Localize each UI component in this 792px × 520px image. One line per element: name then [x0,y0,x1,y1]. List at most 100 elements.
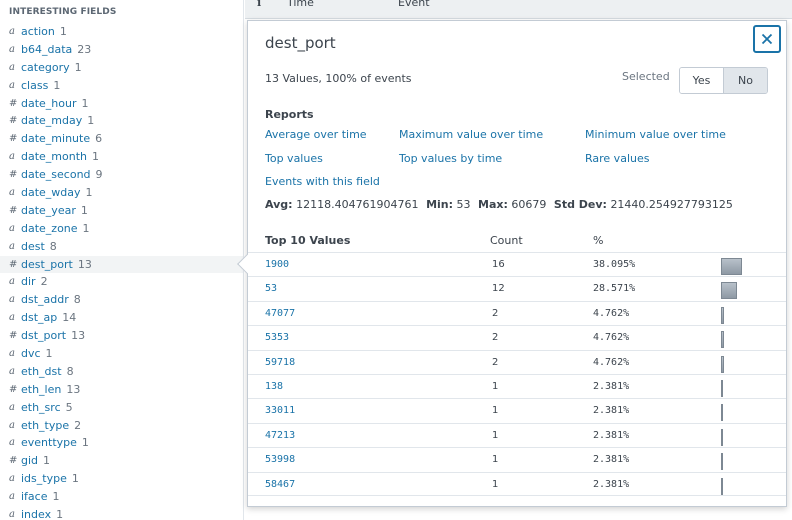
field-name: date_wday [21,186,81,200]
field-item-dst-addr[interactable]: a dst_addr 8 [0,291,243,309]
average-over-time-link[interactable]: Average over time [265,128,367,141]
top-value-count: 1 [492,405,499,417]
top-value-link[interactable]: 59718 [265,357,295,368]
field-name: date_zone [21,221,78,235]
top-value-link[interactable]: 33011 [265,405,295,416]
field-item-eth-type[interactable]: a eth_type 2 [0,417,243,435]
field-item-eth-dst[interactable]: a eth_dst 8 [0,363,243,381]
string-type-icon: a [9,294,15,306]
string-type-icon: a [9,419,15,431]
field-value-count: 13 [71,329,86,343]
top-value-row: 58467 1 2.381% [248,471,786,496]
field-name: dvc [21,347,41,361]
field-name: date_year [21,203,76,217]
field-item-index[interactable]: a index 1 [0,506,243,520]
selected-yes-button[interactable]: Yes [680,68,723,93]
field-name: date_mday [21,114,83,128]
time-column-header[interactable]: Time [287,0,314,9]
field-item-action[interactable]: a action 1 [0,23,243,41]
top-value-link[interactable]: 53 [265,283,277,294]
top-value-count: 1 [492,478,499,490]
field-item-date-wday[interactable]: a date_wday 1 [0,184,243,202]
number-type-icon: # [9,330,18,342]
top-value-row: 33011 1 2.381% [248,398,786,422]
field-name: category [21,60,70,74]
field-item-eth-len[interactable]: # eth_len 13 [0,381,243,399]
string-type-icon: a [9,491,15,503]
field-item-b64-data[interactable]: a b64_data 23 [0,41,243,59]
field-name: date_hour [21,96,77,110]
top-value-count: 2 [492,307,499,319]
field-value-count: 1 [56,508,64,520]
field-name: class [21,78,49,92]
field-item-date-second[interactable]: # date_second 9 [0,166,243,184]
field-item-dvc[interactable]: a dvc 1 [0,345,243,363]
field-item-eventtype[interactable]: a eventtype 1 [0,434,243,452]
selected-no-button[interactable]: No [723,68,767,93]
field-name: date_month [21,150,88,164]
field-item-date-year[interactable]: # date_year 1 [0,202,243,220]
avg-label: Avg: [265,198,293,211]
field-item-date-zone[interactable]: a date_zone 1 [0,220,243,238]
stddev-label: Std Dev: [553,198,607,211]
field-item-date-minute[interactable]: # date_minute 6 [0,130,243,148]
field-name: index [21,508,52,520]
events-with-field-link[interactable]: Events with this field [265,175,380,188]
top-value-link[interactable]: 47213 [265,430,295,441]
number-type-icon: # [9,258,18,270]
event-column-header[interactable]: Event [398,0,430,9]
top-value-link[interactable]: 47077 [265,308,295,319]
max-label: Max: [478,198,508,211]
minimum-over-time-link[interactable]: Minimum value over time [585,128,726,141]
field-item-gid[interactable]: # gid 1 [0,452,243,470]
popup-title: dest_port [265,34,336,52]
top-value-link[interactable]: 138 [265,381,283,392]
field-value-count: 1 [71,472,79,486]
string-type-icon: a [9,222,15,234]
field-item-class[interactable]: a class 1 [0,77,243,95]
percent-bar [721,258,742,275]
rare-values-link[interactable]: Rare values [585,152,649,165]
field-item-dest-port[interactable]: # dest_port 13 [0,255,243,274]
percent-bar [721,306,724,324]
field-item-date-hour[interactable]: # date_hour 1 [0,95,243,113]
top-value-row: 53998 1 2.381% [248,447,786,471]
field-name: eth_src [21,400,61,414]
field-name: eth_type [21,418,70,432]
field-item-ids-type[interactable]: a ids_type 1 [0,470,243,488]
top-value-count: 1 [492,380,499,392]
string-type-icon: a [9,61,15,73]
top-value-link[interactable]: 58467 [265,479,295,490]
top-value-link[interactable]: 1900 [265,259,289,270]
top-value-link[interactable]: 53998 [265,454,295,465]
stddev-value: 21440.254927793125 [610,198,733,211]
field-name: dst_addr [21,293,69,307]
top-values-by-time-link[interactable]: Top values by time [399,152,502,165]
field-item-iface[interactable]: a iface 1 [0,488,243,506]
field-item-dst-ap[interactable]: a dst_ap 14 [0,309,243,327]
field-item-category[interactable]: a category 1 [0,59,243,77]
field-item-dest[interactable]: a dest 8 [0,238,243,256]
field-item-date-mday[interactable]: # date_mday 1 [0,112,243,130]
close-icon [761,33,773,45]
close-button[interactable] [753,25,781,53]
count-column-header: Count [490,234,523,247]
field-item-eth-src[interactable]: a eth_src 5 [0,399,243,417]
field-value-count: 1 [85,186,93,200]
number-type-icon: # [9,383,18,395]
field-item-dir[interactable]: a dir 2 [0,273,243,291]
top-values-link[interactable]: Top values [265,152,323,165]
field-item-date-month[interactable]: a date_month 1 [0,148,243,166]
maximum-over-time-link[interactable]: Maximum value over time [399,128,543,141]
field-name: eth_dst [21,364,62,378]
top-value-link[interactable]: 5353 [265,332,289,343]
field-name: date_minute [21,132,91,146]
field-item-dst-port[interactable]: # dst_port 13 [0,327,243,345]
top-value-count: 1 [492,429,499,441]
info-column-header: i [257,0,262,9]
percent-bar [721,282,737,300]
top-value-percent: 2.381% [593,454,630,466]
field-value-count: 1 [81,96,89,110]
field-value-count: 5 [65,400,73,414]
field-value-count: 8 [66,364,74,378]
